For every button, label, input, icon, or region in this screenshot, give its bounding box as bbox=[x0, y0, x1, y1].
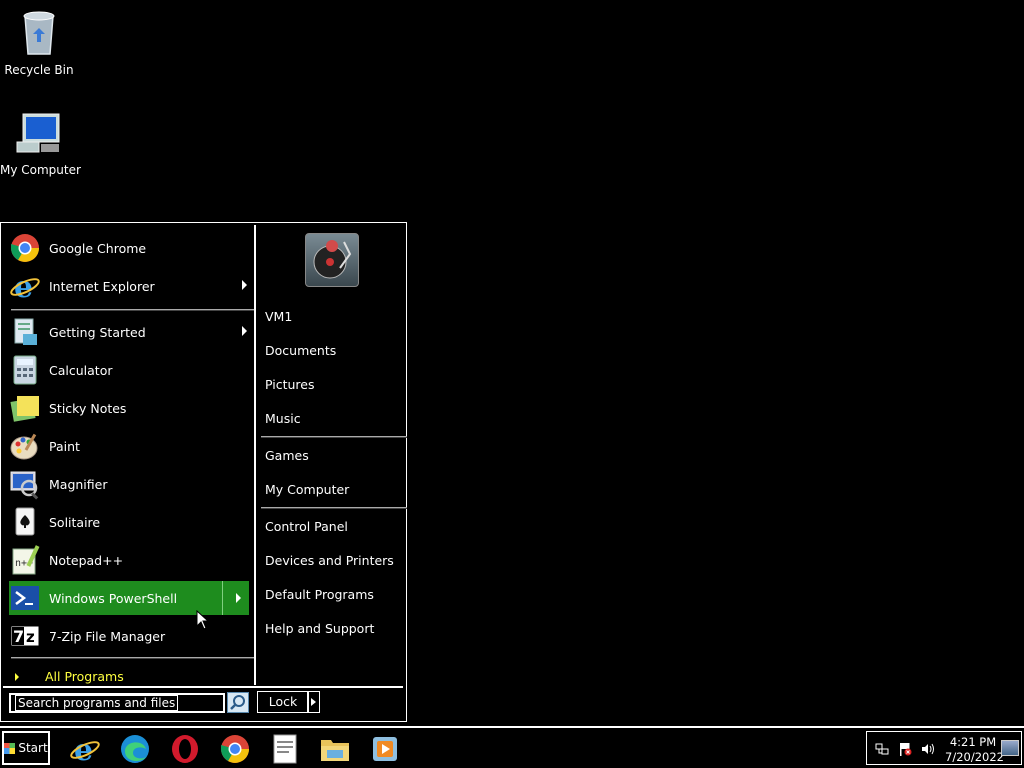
all-programs-label: All Programs bbox=[45, 669, 124, 684]
network-icon[interactable] bbox=[875, 742, 889, 756]
action-center-flag-icon[interactable] bbox=[898, 742, 912, 756]
shutdown-options-button[interactable] bbox=[307, 691, 320, 713]
volume-icon[interactable] bbox=[921, 742, 935, 756]
solitaire-icon bbox=[15, 507, 35, 536]
internet-explorer-icon: e bbox=[10, 270, 40, 302]
search-placeholder: Search programs and files bbox=[15, 695, 179, 711]
submenu-arrow-icon[interactable] bbox=[242, 280, 247, 290]
clock-date[interactable]: 7/20/2022 bbox=[945, 750, 1004, 764]
recycle-bin-icon bbox=[23, 11, 55, 55]
separator bbox=[11, 309, 255, 311]
notepad-icon[interactable] bbox=[269, 733, 301, 765]
program-solitaire[interactable]: Solitaire bbox=[9, 505, 249, 539]
program-label: Solitaire bbox=[49, 514, 101, 530]
place-pictures[interactable]: Pictures bbox=[265, 375, 315, 395]
start-menu-places-pane: VM1 Documents Pictures Music Games My Co… bbox=[259, 229, 407, 685]
program-label: Windows PowerShell bbox=[49, 590, 178, 606]
program-label: 7-Zip File Manager bbox=[49, 628, 166, 644]
search-input[interactable]: Search programs and files bbox=[9, 693, 225, 713]
show-desktop-button[interactable] bbox=[1001, 740, 1019, 756]
program-label: Internet Explorer bbox=[49, 278, 155, 294]
program-label: Getting Started bbox=[49, 324, 146, 340]
notepadpp-icon: n++ bbox=[12, 545, 40, 575]
clock-time[interactable]: 4:21 PM bbox=[947, 735, 999, 749]
separator bbox=[261, 507, 407, 509]
submenu-arrow-icon[interactable] bbox=[242, 326, 247, 336]
file-explorer-icon[interactable] bbox=[319, 733, 351, 765]
desktop-icon-label: Recycle Bin bbox=[4, 63, 74, 77]
program-getting-started[interactable]: Getting Started bbox=[9, 315, 249, 349]
calculator-icon bbox=[13, 355, 37, 385]
edge-icon[interactable] bbox=[119, 733, 151, 765]
place-default-programs[interactable]: Default Programs bbox=[265, 585, 374, 605]
program-internet-explorer[interactable]: e Internet Explorer bbox=[9, 269, 249, 303]
chrome-icon[interactable] bbox=[219, 733, 251, 765]
program-sticky-notes[interactable]: Sticky Notes bbox=[9, 391, 249, 425]
turntable-picture bbox=[313, 240, 352, 279]
svg-text:z: z bbox=[26, 628, 35, 646]
svg-text:7: 7 bbox=[13, 627, 24, 646]
start-menu-programs-pane: Google Chrome e Internet Explorer Gettin… bbox=[7, 229, 255, 685]
windows-logo-icon bbox=[4, 742, 16, 754]
program-label: Magnifier bbox=[49, 476, 108, 492]
internet-explorer-icon[interactable]: e bbox=[69, 733, 101, 765]
program-windows-powershell[interactable]: Windows PowerShell bbox=[9, 581, 249, 615]
lock-button[interactable]: Lock bbox=[257, 691, 309, 713]
place-user-folder[interactable]: VM1 bbox=[265, 307, 292, 327]
start-label: Start bbox=[18, 741, 48, 755]
program-calculator[interactable]: Calculator bbox=[9, 353, 249, 387]
program-label: Notepad++ bbox=[49, 552, 124, 568]
start-menu: Google Chrome e Internet Explorer Gettin… bbox=[0, 222, 407, 722]
chrome-icon bbox=[11, 234, 39, 262]
place-documents[interactable]: Documents bbox=[265, 341, 336, 361]
program-magnifier[interactable]: Magnifier bbox=[9, 467, 249, 501]
place-my-computer[interactable]: My Computer bbox=[265, 480, 349, 500]
7zip-icon: 7 z bbox=[10, 625, 40, 647]
program-label: Paint bbox=[49, 438, 80, 454]
program-label: Google Chrome bbox=[49, 240, 147, 256]
notification-area: 4:21 PM 7/20/2022 bbox=[866, 731, 1022, 765]
getting-started-icon bbox=[14, 318, 37, 345]
place-control-panel[interactable]: Control Panel bbox=[265, 517, 348, 537]
mouse-cursor-icon bbox=[196, 610, 210, 630]
chevron-right-icon bbox=[311, 698, 316, 706]
taskbar: Start e 4:21 PM 7/20/2022 bbox=[0, 726, 1024, 768]
place-devices-and-printers[interactable]: Devices and Printers bbox=[265, 551, 394, 571]
magnifier-icon bbox=[10, 471, 39, 500]
all-programs-button[interactable]: All Programs bbox=[15, 669, 124, 684]
program-label: Calculator bbox=[49, 362, 113, 378]
program-notepadpp[interactable]: n++ Notepad++ bbox=[9, 543, 249, 577]
program-google-chrome[interactable]: Google Chrome bbox=[9, 231, 249, 265]
sticky-notes-icon bbox=[10, 396, 39, 422]
desktop-icon-recycle-bin[interactable]: Recycle Bin bbox=[0, 8, 78, 77]
user-avatar-icon[interactable] bbox=[305, 233, 359, 287]
media-player-icon[interactable] bbox=[369, 733, 401, 765]
search-button[interactable] bbox=[227, 692, 249, 713]
pane-divider bbox=[254, 225, 256, 685]
separator bbox=[11, 657, 255, 659]
desktop-icon-label: My Computer bbox=[0, 163, 81, 177]
chevron-right-icon bbox=[15, 672, 19, 681]
computer-icon bbox=[16, 113, 60, 153]
place-games[interactable]: Games bbox=[265, 446, 309, 466]
powershell-icon bbox=[11, 586, 39, 610]
desktop-icon-my-computer[interactable]: My Computer bbox=[0, 112, 81, 177]
program-label: Sticky Notes bbox=[49, 400, 127, 416]
program-7zip-file-manager[interactable]: 7 z 7-Zip File Manager bbox=[9, 619, 249, 653]
opera-icon[interactable] bbox=[169, 733, 201, 765]
search-icon bbox=[230, 695, 245, 710]
place-music[interactable]: Music bbox=[265, 409, 301, 429]
start-button[interactable]: Start bbox=[2, 731, 50, 765]
bottom-divider bbox=[3, 686, 403, 688]
separator bbox=[261, 436, 407, 438]
program-paint[interactable]: Paint bbox=[9, 429, 249, 463]
submenu-arrow-icon[interactable] bbox=[236, 593, 241, 603]
paint-icon bbox=[10, 433, 38, 460]
place-help-and-support[interactable]: Help and Support bbox=[265, 619, 374, 639]
